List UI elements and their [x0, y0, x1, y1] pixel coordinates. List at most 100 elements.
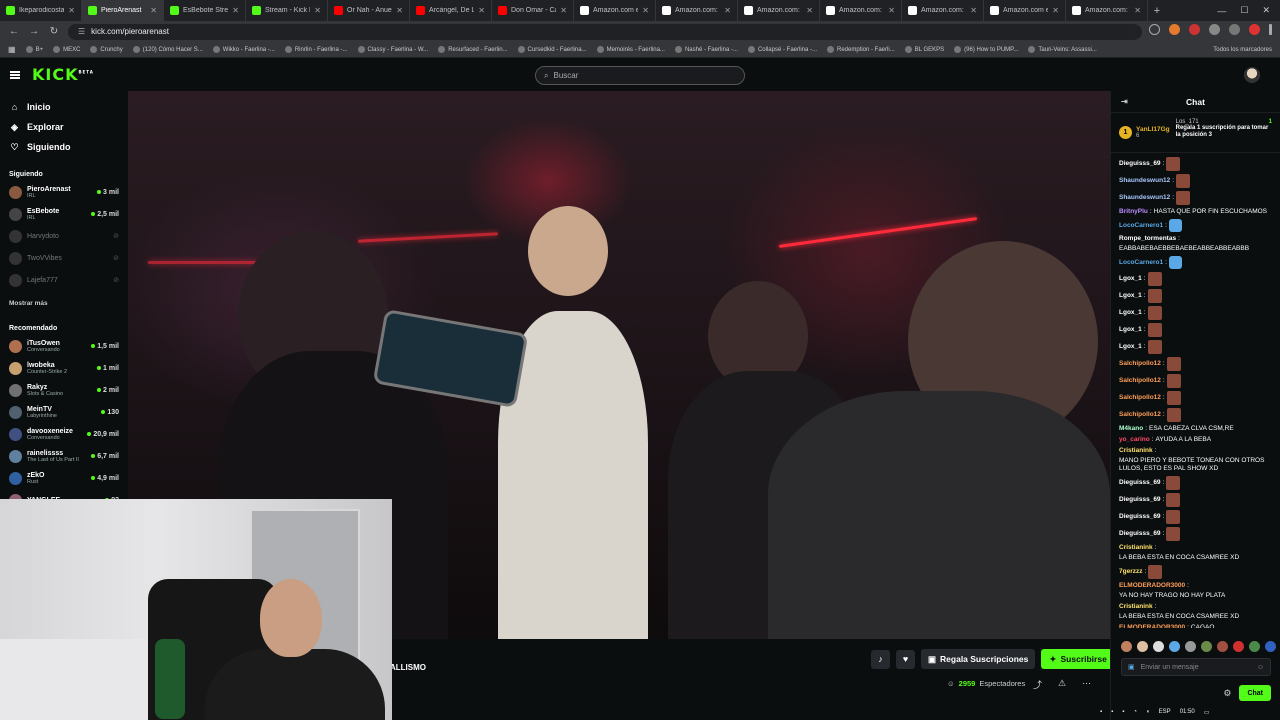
sidebar-nav-explorar[interactable]: ◈ Explorar: [0, 117, 128, 137]
sidebar-channel[interactable]: PieroArenast IRL 3 mil: [0, 181, 128, 203]
chat-username[interactable]: ELMODERADOR3000: [1119, 582, 1185, 590]
tab-close-icon[interactable]: ✕: [560, 6, 567, 15]
chat-username[interactable]: Lgox_1: [1119, 326, 1142, 334]
sidebar-channel[interactable]: EsBebote IRL 2,5 mil: [0, 203, 128, 225]
user-avatar[interactable]: [1244, 67, 1260, 83]
chat-username[interactable]: Shaundeswun12: [1119, 177, 1170, 185]
report-icon[interactable]: ⚠: [1058, 678, 1066, 691]
chat-username[interactable]: Lgox_1: [1119, 275, 1142, 283]
emote-icon[interactable]: [1137, 641, 1148, 652]
chat-username[interactable]: Dieguisss_69: [1119, 160, 1161, 168]
chat-username[interactable]: Cristianink: [1119, 603, 1153, 611]
bookmark-item[interactable]: Nashé - Faerlina -...: [674, 46, 738, 53]
subscribe-button[interactable]: ✦ Suscribirse: [1041, 649, 1115, 669]
chat-username[interactable]: Dieguisss_69: [1119, 530, 1161, 538]
apps-grid-icon[interactable]: ▦: [8, 45, 16, 54]
bookmark-item[interactable]: (120) Cómo Hacer S...: [132, 46, 203, 53]
chat-username[interactable]: ELMODERADOR3000: [1119, 624, 1185, 628]
share-icon[interactable]: ⤴: [1033, 678, 1042, 691]
browser-tab[interactable]: EsBebote Stream✕: [164, 0, 246, 21]
bookmark-item[interactable]: Cursedkid - Faerlina...: [517, 46, 587, 53]
forward-icon[interactable]: →: [28, 26, 40, 37]
sidebar-channel[interactable]: Rakyz Slots & Casino 2 mil: [0, 379, 128, 401]
browser-tab[interactable]: Don Omar - Cara ✕: [492, 0, 574, 21]
kick-logo[interactable]: KICKBETA: [32, 65, 94, 84]
browser-tab[interactable]: Amazon.com: Ve ✕: [1066, 0, 1148, 21]
bookmark-item[interactable]: Wikko - Faerlina -...: [212, 46, 275, 53]
emote-icon[interactable]: [1201, 641, 1212, 652]
browser-tab[interactable]: Amazon.com en✕: [574, 0, 656, 21]
tab-close-icon[interactable]: ✕: [478, 6, 485, 15]
maximize-icon[interactable]: ☐: [1240, 5, 1248, 16]
tab-close-icon[interactable]: ✕: [150, 6, 157, 15]
chat-input[interactable]: ▣ Enviar un mensaje ☺: [1121, 658, 1271, 676]
emote-icon[interactable]: [1249, 641, 1260, 652]
chat-username[interactable]: Rompe_tormentas: [1119, 235, 1176, 243]
tab-close-icon[interactable]: ✕: [1052, 6, 1059, 15]
sidebar-channel[interactable]: davooxeneize Conversando 20,9 mil: [0, 423, 128, 445]
chat-username[interactable]: Lgox_1: [1119, 309, 1142, 317]
bookmark-item[interactable]: Resurfaced - Faerlin...: [438, 46, 508, 53]
chat-username[interactable]: Salchipollo12: [1119, 394, 1161, 402]
notifications-icon[interactable]: ▭: [1204, 709, 1210, 716]
chat-username[interactable]: LocoCarnero1: [1119, 222, 1163, 230]
tab-close-icon[interactable]: ✕: [1134, 6, 1141, 15]
send-chat-button[interactable]: Chat: [1239, 685, 1271, 701]
notification-bell-button[interactable]: ♪: [871, 649, 890, 669]
clock[interactable]: 01:50: [1180, 709, 1195, 715]
sidebar-channel[interactable]: iTusOwen Conversando 1,5 mil: [0, 335, 128, 357]
browser-tab[interactable]: Or Nah - Anuel A✕: [328, 0, 410, 21]
sidebar-channel[interactable]: rainelissss The Last of Us Part II 6,7 mil: [0, 445, 128, 467]
extension-icon[interactable]: [1169, 24, 1180, 35]
emote-icon[interactable]: [1153, 641, 1164, 652]
sidebar-channel[interactable]: MeinTV Labyrinthine 130: [0, 401, 128, 423]
emote-icon[interactable]: [1217, 641, 1228, 652]
chat-username[interactable]: Dieguisss_69: [1119, 513, 1161, 521]
wifi-icon[interactable]: ◔: [1133, 709, 1137, 715]
browser-tab[interactable]: Amazon.com: Ra ✕: [902, 0, 984, 21]
bookmark-item[interactable]: Classy - Faerlina - W...: [357, 46, 428, 53]
downloads-icon[interactable]: [1229, 24, 1240, 35]
bookmark-item[interactable]: (96) How to PUMP...: [954, 46, 1018, 53]
browser-tab[interactable]: Amazon.com en✕: [984, 0, 1066, 21]
chat-username[interactable]: Dieguisss_69: [1119, 479, 1161, 487]
tray-icon[interactable]: ▪: [1111, 709, 1113, 715]
sidebar-channel[interactable]: Lajefa777 ⊘: [0, 269, 128, 291]
chat-username[interactable]: Salchipollo12: [1119, 377, 1161, 385]
tab-close-icon[interactable]: ✕: [888, 6, 895, 15]
tab-close-icon[interactable]: ✕: [724, 6, 731, 15]
puzzle-icon[interactable]: [1209, 24, 1220, 35]
tab-close-icon[interactable]: ✕: [232, 6, 239, 15]
back-icon[interactable]: ←: [8, 26, 20, 37]
tab-close-icon[interactable]: ✕: [314, 6, 321, 15]
chat-username[interactable]: Salchipollo12: [1119, 411, 1161, 419]
bookmark-item[interactable]: MEXC: [53, 46, 80, 53]
minimize-icon[interactable]: —: [1217, 6, 1226, 16]
chat-username[interactable]: LocoCarnero1: [1119, 259, 1163, 267]
bookmark-item[interactable]: B+: [25, 46, 43, 53]
bookmark-item[interactable]: Crunchy: [90, 46, 123, 53]
language-indicator[interactable]: ESP: [1159, 709, 1171, 715]
gift-subscriptions-button[interactable]: ▣ Regala Suscripciones: [921, 649, 1036, 669]
emote-icon[interactable]: [1233, 641, 1244, 652]
tab-close-icon[interactable]: ✕: [970, 6, 977, 15]
chat-username[interactable]: 7gerzzz: [1119, 568, 1142, 576]
sidebar-channel[interactable]: lwobeka Counter-Strike 2 1 mil: [0, 357, 128, 379]
tab-close-icon[interactable]: ✕: [642, 6, 649, 15]
all-bookmarks-link[interactable]: Todos los marcadores: [1213, 47, 1272, 53]
tab-close-icon[interactable]: ✕: [68, 6, 75, 15]
profile-icon[interactable]: [1249, 24, 1260, 35]
url-field[interactable]: ☰ kick.com/pieroarenast: [68, 23, 1142, 40]
chat-username[interactable]: Dieguisss_69: [1119, 496, 1161, 504]
sidebar-channel[interactable]: TwoVVibes ⊘: [0, 247, 128, 269]
more-options-icon[interactable]: ⋯: [1082, 678, 1091, 691]
browser-tab[interactable]: Amazon.com: Ra ✕: [656, 0, 738, 21]
chat-username[interactable]: Cristianink: [1119, 544, 1153, 552]
chat-username[interactable]: Salchipollo12: [1119, 360, 1161, 368]
collapse-chat-icon[interactable]: ⇥: [1121, 97, 1128, 106]
tab-close-icon[interactable]: ✕: [396, 6, 403, 15]
browser-tab[interactable]: Amazon.com: Elg ✕: [820, 0, 902, 21]
emote-icon[interactable]: [1265, 641, 1276, 652]
sidebar-channel[interactable]: zEkO Rust 4,9 mil: [0, 467, 128, 489]
tab-close-icon[interactable]: ✕: [806, 6, 813, 15]
